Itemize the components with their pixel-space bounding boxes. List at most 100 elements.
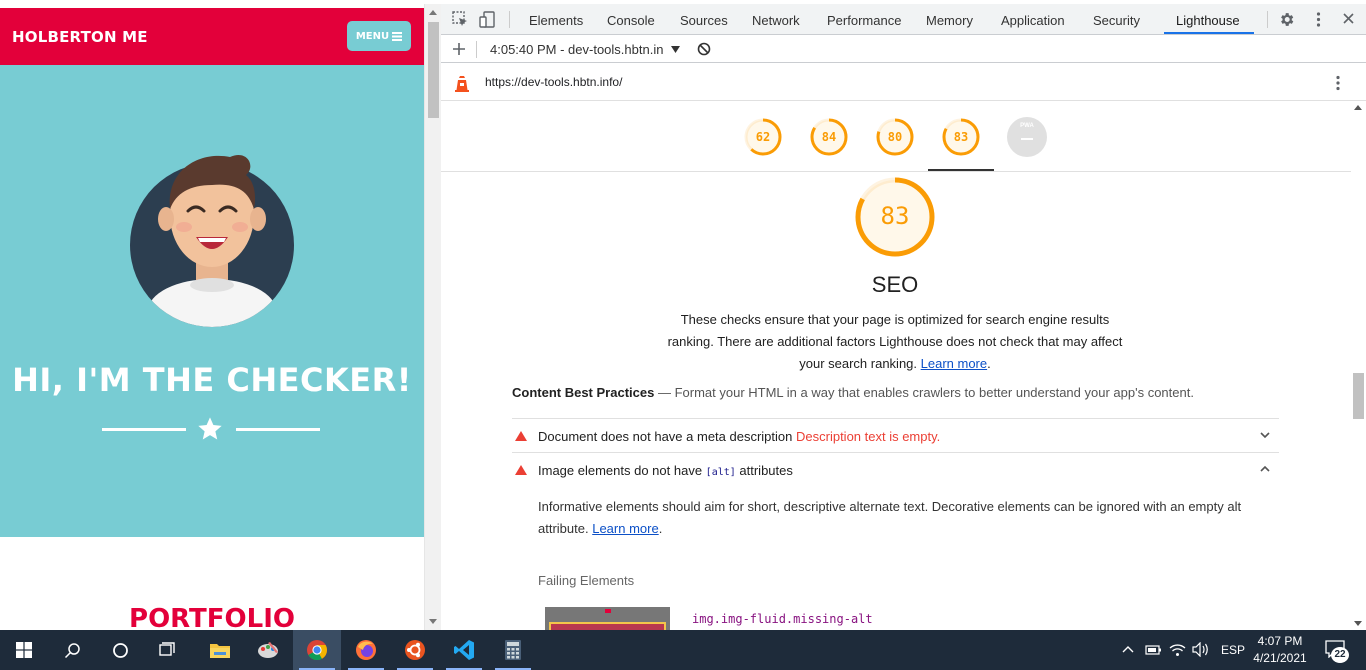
tab-security[interactable]: Security bbox=[1093, 13, 1140, 28]
device-toolbar-icon[interactable] bbox=[479, 11, 496, 28]
audit-group-description: Format your HTML in a way that enables c… bbox=[674, 385, 1194, 400]
scroll-down-arrow-icon[interactable] bbox=[429, 619, 437, 624]
failing-element-selector[interactable]: img.img-fluid.missing-alt bbox=[692, 612, 873, 626]
chevron-up-icon[interactable] bbox=[1259, 463, 1271, 475]
tab-network[interactable]: Network bbox=[752, 13, 800, 28]
gauge-performance[interactable]: 62 bbox=[743, 117, 783, 157]
show-hidden-icons-chevron-icon[interactable] bbox=[1122, 644, 1134, 654]
wifi-icon[interactable] bbox=[1169, 642, 1186, 657]
settings-gear-icon[interactable] bbox=[1278, 11, 1295, 28]
pwa-label: PWA bbox=[1020, 123, 1034, 129]
scrollbar-thumb[interactable] bbox=[428, 22, 439, 118]
audit-image-alt[interactable]: Image elements do not have [alt] attribu… bbox=[512, 452, 1279, 485]
taskbar-firefox[interactable] bbox=[342, 630, 390, 670]
devtools-tabbar: Elements Console Sources Network Perform… bbox=[441, 4, 1366, 35]
gauge-best-practices[interactable]: 80 bbox=[875, 117, 915, 157]
star-icon bbox=[198, 417, 222, 440]
battery-icon[interactable] bbox=[1145, 643, 1163, 656]
gauge-pwa[interactable]: PWA bbox=[1007, 117, 1047, 157]
taskbar-vscode[interactable] bbox=[440, 630, 488, 670]
audit-group-title: Content Best Practices bbox=[512, 385, 655, 400]
taskbar-file-explorer[interactable] bbox=[196, 630, 244, 670]
audit-learn-more-link[interactable]: Learn more bbox=[592, 521, 658, 536]
taskbar-chrome[interactable] bbox=[293, 630, 341, 670]
portfolio-title: PORTFOLIO bbox=[129, 604, 295, 630]
scroll-down-arrow-icon[interactable] bbox=[1354, 621, 1362, 626]
scroll-up-arrow-icon[interactable] bbox=[429, 10, 437, 15]
tab-console[interactable]: Console bbox=[607, 13, 655, 28]
close-icon[interactable] bbox=[1341, 11, 1356, 26]
lighthouse-logo-icon bbox=[455, 76, 469, 92]
gauge-accessibility[interactable]: 84 bbox=[809, 117, 849, 157]
taskbar-paint-app[interactable] bbox=[244, 630, 292, 670]
report-menu-icon[interactable] bbox=[1331, 75, 1345, 91]
active-tab-indicator bbox=[1164, 32, 1254, 34]
taskbar-ubuntu[interactable] bbox=[391, 630, 439, 670]
volume-icon[interactable] bbox=[1192, 642, 1210, 657]
devtools-panel: Elements Console Sources Network Perform… bbox=[441, 4, 1366, 630]
tab-memory[interactable]: Memory bbox=[926, 13, 973, 28]
audit-title-post: attributes bbox=[735, 463, 793, 478]
chevron-down-icon[interactable] bbox=[1259, 429, 1271, 441]
chrome-icon bbox=[307, 640, 328, 661]
gauge-seo[interactable]: 83 bbox=[941, 117, 981, 157]
windows-taskbar: ESP 4:07 PM 4/21/2021 22 bbox=[0, 630, 1366, 670]
taskbar-calculator[interactable] bbox=[489, 630, 537, 670]
language-indicator[interactable]: ESP bbox=[1221, 643, 1245, 657]
taskbar-search-button[interactable] bbox=[48, 630, 96, 670]
report-selector[interactable]: 4:05:40 PM - dev-tools.hbtn.in bbox=[490, 42, 663, 57]
windows-logo-icon bbox=[16, 642, 32, 658]
website-viewport: HOLBERTON ME MENU HI, I'M THE CHECKER! P… bbox=[0, 0, 424, 630]
audit-display-value: Description text is empty. bbox=[796, 429, 941, 444]
task-view-button[interactable] bbox=[144, 630, 192, 670]
menu-button[interactable]: MENU bbox=[347, 21, 411, 51]
clock-date: 4/21/2021 bbox=[1253, 651, 1307, 665]
calculator-icon bbox=[505, 640, 521, 660]
dropdown-triangle-icon[interactable] bbox=[671, 46, 680, 53]
tab-lighthouse[interactable]: Lighthouse bbox=[1176, 13, 1240, 28]
fail-triangle-icon bbox=[515, 465, 527, 475]
website-scrollbar[interactable] bbox=[424, 4, 441, 630]
devtools-scrollbar[interactable] bbox=[1351, 101, 1366, 630]
gauge-score: 62 bbox=[755, 130, 771, 144]
cortana-button[interactable] bbox=[96, 630, 144, 670]
gauge-score: 84 bbox=[821, 130, 837, 144]
tab-sources[interactable]: Sources bbox=[680, 13, 728, 28]
taskbar-clock[interactable]: 4:07 PM 4/21/2021 bbox=[1252, 633, 1308, 667]
audit-group-header: Content Best Practices — Format your HTM… bbox=[512, 385, 1194, 400]
more-options-icon[interactable] bbox=[1310, 11, 1327, 28]
audit-description: Informative elements should aim for shor… bbox=[538, 499, 1242, 536]
tab-application[interactable]: Application bbox=[1001, 13, 1065, 28]
inspect-element-icon[interactable] bbox=[452, 11, 469, 28]
scrollbar-thumb[interactable] bbox=[1353, 373, 1364, 419]
hero-title: HI, I'M THE CHECKER! bbox=[12, 361, 412, 399]
tab-elements[interactable]: Elements bbox=[529, 13, 583, 28]
audit-meta-description[interactable]: Document does not have a meta descriptio… bbox=[512, 418, 1279, 451]
category-gauge: 83 bbox=[854, 176, 936, 258]
tab-performance[interactable]: Performance bbox=[827, 13, 901, 28]
star-divider bbox=[102, 415, 322, 445]
scroll-up-arrow-icon[interactable] bbox=[1354, 105, 1362, 110]
category-learn-more-link[interactable]: Learn more bbox=[921, 356, 987, 371]
start-button[interactable] bbox=[0, 630, 48, 670]
audit-title-pre: Image elements do not have bbox=[538, 463, 706, 478]
search-icon bbox=[64, 642, 80, 658]
category-score: 83 bbox=[880, 202, 910, 230]
fail-triangle-icon bbox=[515, 431, 527, 441]
audit-title-code: [alt] bbox=[705, 467, 736, 478]
site-navbar: HOLBERTON ME MENU bbox=[0, 8, 424, 65]
hero-section: HI, I'M THE CHECKER! bbox=[0, 65, 424, 537]
category-title: SEO bbox=[871, 272, 919, 297]
gauge-score: 83 bbox=[953, 130, 969, 144]
gauge-score: 80 bbox=[887, 130, 903, 144]
report-url-bar: https://dev-tools.hbtn.info/ bbox=[441, 63, 1366, 101]
clock-time: 4:07 PM bbox=[1257, 634, 1303, 648]
clear-reports-icon[interactable] bbox=[697, 42, 711, 56]
failing-elements-heading: Failing Elements bbox=[538, 573, 635, 588]
new-report-plus-icon[interactable] bbox=[452, 42, 466, 56]
cortana-circle-icon bbox=[112, 642, 128, 658]
folder-icon bbox=[210, 644, 230, 658]
site-brand[interactable]: HOLBERTON ME bbox=[12, 28, 148, 46]
task-view-icon bbox=[159, 642, 175, 656]
notification-count-badge: 22 bbox=[1331, 647, 1349, 663]
